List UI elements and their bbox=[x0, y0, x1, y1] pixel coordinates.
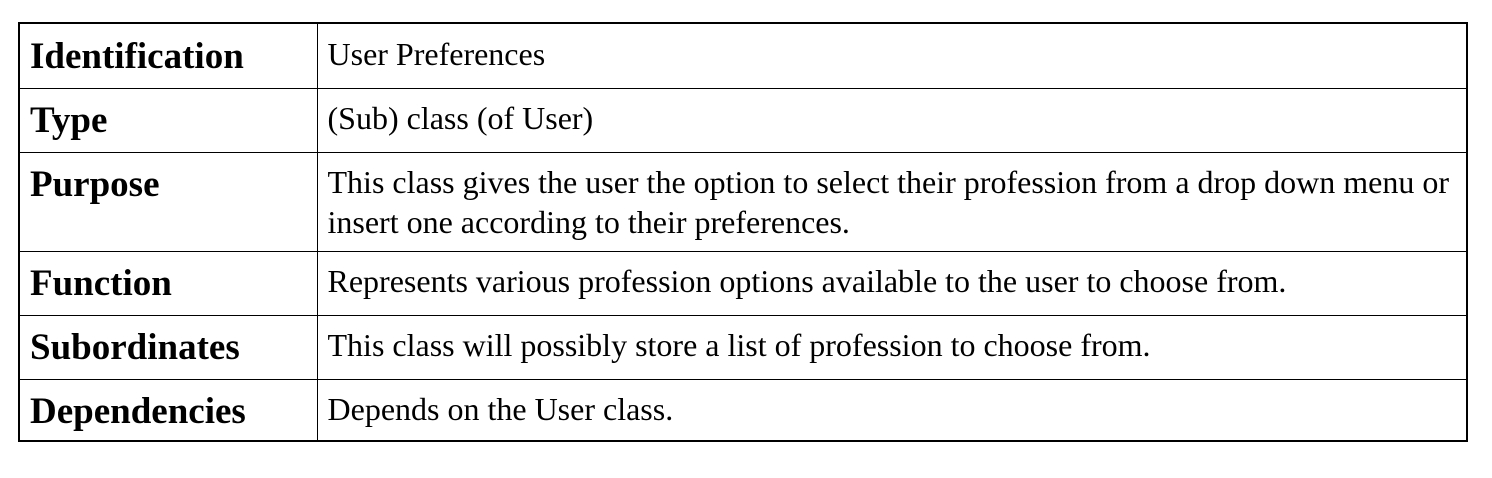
table-row-function: Function Represents various profession o… bbox=[18, 250, 1468, 316]
table-row-identification: Identification User Preferences bbox=[18, 22, 1468, 89]
row-label: Function bbox=[18, 250, 318, 316]
table-row-purpose: Purpose This class gives the user the op… bbox=[18, 151, 1468, 252]
row-value: User Preferences bbox=[316, 22, 1468, 89]
row-value: Represents various profession options av… bbox=[316, 250, 1468, 316]
table-row-type: Type (Sub) class (of User) bbox=[18, 87, 1468, 153]
row-value: This class will possibly store a list of… bbox=[316, 314, 1468, 380]
row-label: Identification bbox=[18, 22, 318, 89]
row-label: Subordinates bbox=[18, 314, 318, 380]
table-row-dependencies: Dependencies Depends on the User class. bbox=[18, 378, 1468, 442]
row-value: Depends on the User class. bbox=[316, 378, 1468, 442]
row-label: Type bbox=[18, 87, 318, 153]
row-value: (Sub) class (of User) bbox=[316, 87, 1468, 153]
row-value: This class gives the user the option to … bbox=[316, 151, 1468, 252]
class-specification-table: Identification User Preferences Type (Su… bbox=[18, 22, 1468, 442]
row-label: Purpose bbox=[18, 151, 318, 252]
row-label: Dependencies bbox=[18, 378, 318, 442]
table-row-subordinates: Subordinates This class will possibly st… bbox=[18, 314, 1468, 380]
